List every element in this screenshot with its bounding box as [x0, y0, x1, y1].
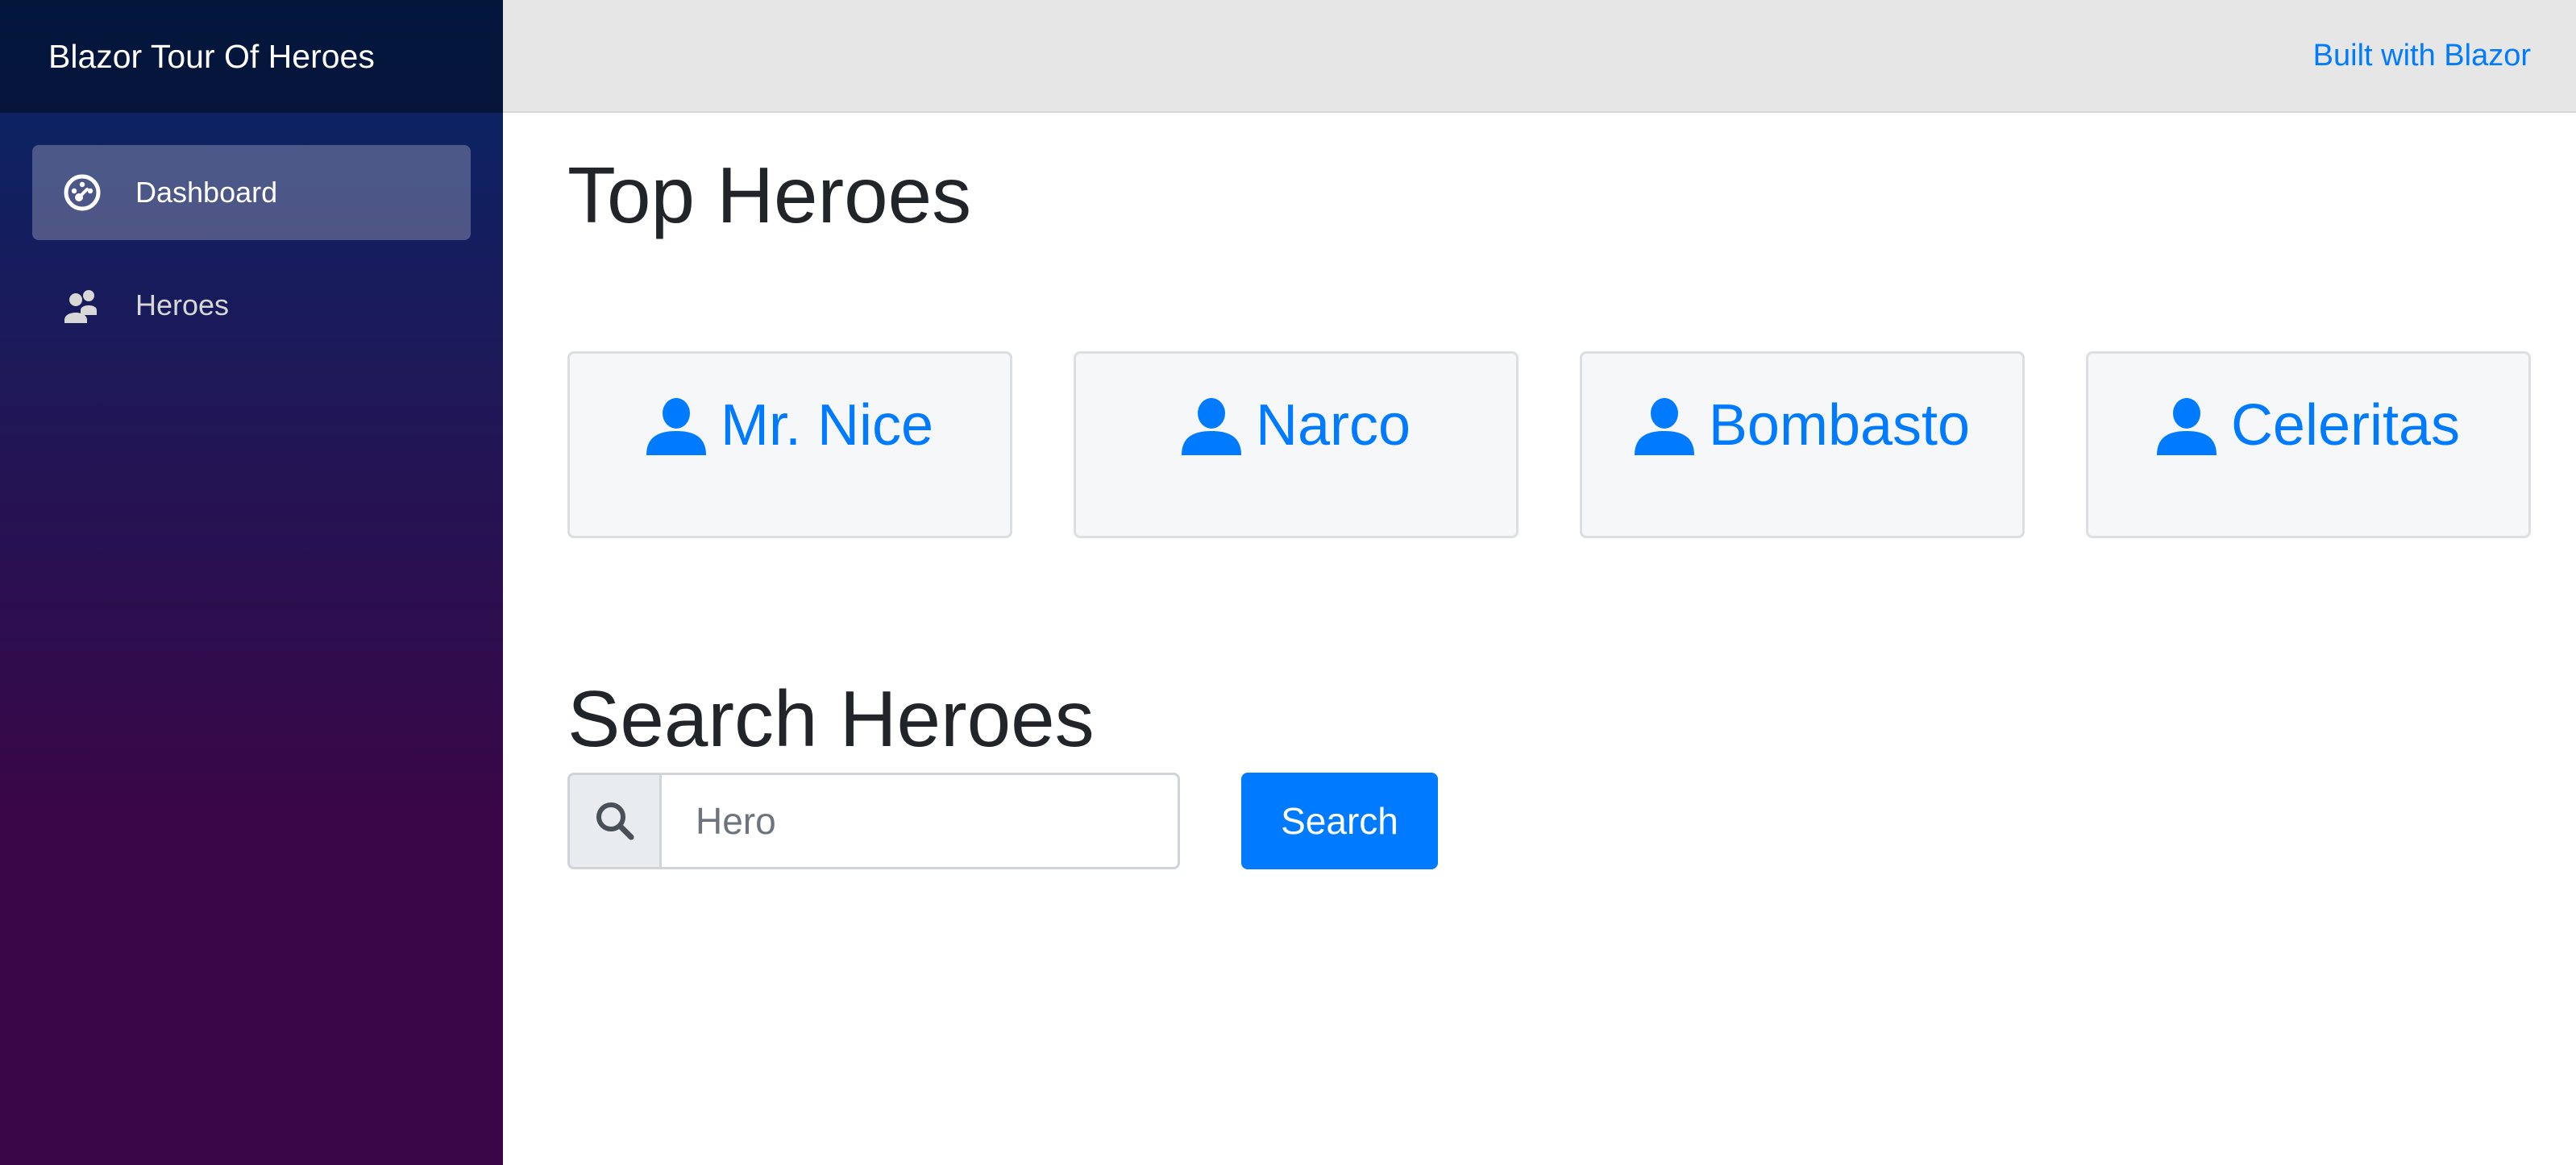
- hero-name: Mr. Nice: [720, 392, 934, 458]
- search-title: Search Heroes: [567, 674, 1095, 763]
- sidebar: Blazor Tour Of Heroes Dashboard Heroes: [0, 0, 503, 1165]
- page-title: Top Heroes: [567, 151, 972, 239]
- search-prepend: [567, 773, 659, 870]
- hero-link[interactable]: Celeritas: [2156, 392, 2461, 536]
- sidebar-item-label: Heroes: [135, 288, 230, 321]
- hero-link[interactable]: Narco: [1181, 392, 1411, 536]
- search-icon: [596, 802, 634, 840]
- hero-name: Narco: [1255, 392, 1411, 458]
- search-input-group: [567, 773, 1180, 870]
- brand-link[interactable]: Blazor Tour Of Heroes: [48, 38, 375, 76]
- hero-name: Celeritas: [2230, 392, 2461, 458]
- sidebar-nav: Dashboard Heroes: [0, 113, 503, 353]
- hero-name: Bombasto: [1708, 392, 1971, 458]
- app-root: Blazor Tour Of Heroes Dashboard Heroes B…: [0, 0, 2576, 1165]
- sidebar-item-label: Dashboard: [135, 176, 278, 209]
- content: Top Heroes Mr. Nice Narco Bombasto Celer…: [503, 113, 2576, 870]
- hero-card-celeritas[interactable]: Celeritas: [2086, 350, 2531, 538]
- hero-card-mr-nice[interactable]: Mr. Nice: [567, 350, 1012, 538]
- hero-card-narco[interactable]: Narco: [1074, 350, 1519, 538]
- hero-link[interactable]: Bombasto: [1634, 392, 1971, 536]
- search-input[interactable]: [659, 773, 1180, 870]
- sidebar-item-dashboard[interactable]: Dashboard: [32, 145, 471, 240]
- sidebar-item-heroes[interactable]: Heroes: [32, 258, 471, 353]
- hero-link[interactable]: Mr. Nice: [646, 392, 934, 536]
- person-icon: [1634, 397, 1694, 455]
- brand-bar: Blazor Tour Of Heroes: [0, 0, 503, 113]
- person-icon: [2156, 397, 2217, 455]
- people-icon: [63, 286, 102, 325]
- main-area: Built with Blazor Top Heroes Mr. Nice Na…: [503, 0, 2576, 1165]
- search-row: Search: [567, 773, 2531, 870]
- person-icon: [646, 397, 706, 455]
- person-icon: [1181, 397, 1241, 455]
- built-with-blazor-link[interactable]: Built with Blazor: [2313, 39, 2531, 73]
- hero-card-bombasto[interactable]: Bombasto: [1580, 350, 2025, 538]
- search-button[interactable]: Search: [1241, 773, 1438, 870]
- dashboard-icon: [63, 173, 102, 212]
- top-heroes-grid: Mr. Nice Narco Bombasto Celeritas: [567, 350, 2531, 538]
- top-row: Built with Blazor: [503, 0, 2576, 113]
